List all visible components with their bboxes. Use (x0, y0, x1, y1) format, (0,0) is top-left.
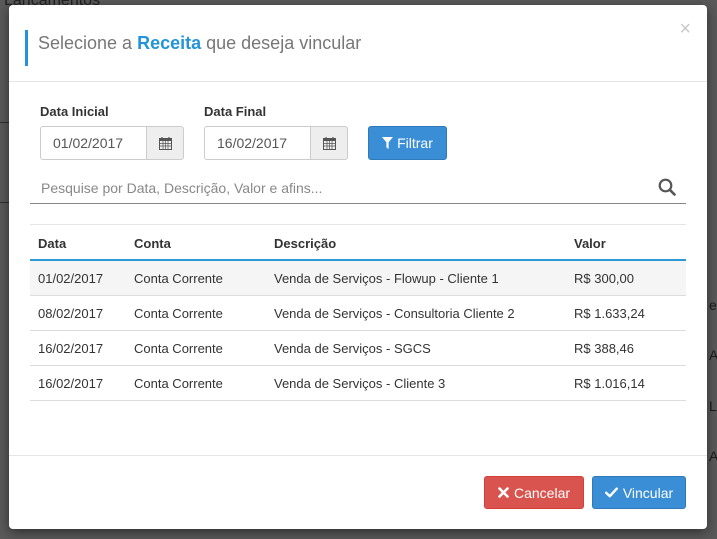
modal-footer: Cancelar Vincular (9, 455, 707, 529)
header-accent-bar (25, 30, 28, 66)
cell-date: 01/02/2017 (38, 271, 104, 286)
background-edge-text: A (709, 448, 717, 464)
column-header-date: Data (38, 236, 67, 251)
cell-description: Venda de Serviços - Flowup - Cliente 1 (274, 271, 499, 286)
end-date-calendar-button[interactable] (310, 126, 348, 160)
check-icon (604, 487, 618, 498)
cell-value: R$ 300,00 (574, 271, 634, 286)
cell-value: R$ 388,46 (574, 341, 634, 356)
link-button[interactable]: Vincular (592, 476, 686, 509)
background-edge-text: L (709, 398, 717, 414)
cell-description: Venda de Serviços - SGCS (274, 341, 431, 356)
filter-button-label: Filtrar (397, 135, 433, 151)
filter-icon (382, 137, 394, 149)
background-edge-text: A (709, 347, 717, 363)
cell-date: 16/02/2017 (38, 376, 104, 391)
revenue-table: Data Conta Descrição Valor 01/02/2017 Co… (30, 224, 686, 401)
title-prefix: Selecione a (38, 33, 138, 53)
cancel-button-label: Cancelar (513, 484, 571, 501)
end-date-group (204, 126, 348, 160)
title-highlight: Receita (137, 33, 202, 53)
calendar-icon (322, 136, 336, 150)
cell-date: 16/02/2017 (38, 341, 104, 356)
cell-account: Conta Corrente (134, 271, 223, 286)
cell-description: Venda de Serviços - Cliente 3 (274, 376, 446, 391)
column-header-account: Conta (134, 236, 171, 251)
search-bar (30, 173, 686, 204)
cell-account: Conta Corrente (134, 306, 223, 321)
column-header-description: Descrição (274, 236, 337, 251)
cell-account: Conta Corrente (134, 376, 223, 391)
cell-description: Venda de Serviços - Consultoria Cliente … (274, 306, 515, 321)
background-edge-text: e (709, 297, 717, 313)
table-row[interactable]: 16/02/2017 Conta Corrente Venda de Servi… (30, 366, 686, 401)
filter-button[interactable]: Filtrar (368, 126, 447, 160)
start-date-group (40, 126, 184, 160)
start-date-label: Data Inicial (40, 104, 109, 119)
table-header: Data Conta Descrição Valor (30, 224, 686, 261)
search-icon[interactable] (658, 178, 676, 196)
start-date-calendar-button[interactable] (146, 126, 184, 160)
title-suffix: que deseja vincular (201, 33, 362, 53)
start-date-input[interactable] (40, 126, 146, 160)
cell-account: Conta Corrente (134, 341, 223, 356)
column-header-value: Valor (574, 236, 606, 251)
end-date-label: Data Final (204, 104, 267, 119)
calendar-icon (158, 136, 172, 150)
link-revenue-modal: Selecione a Receita que deseja vincular … (9, 5, 707, 529)
end-date-input[interactable] (204, 126, 310, 160)
cell-value: R$ 1.633,24 (574, 306, 645, 321)
cancel-button[interactable]: Cancelar (484, 476, 584, 509)
close-icon[interactable]: × (679, 19, 691, 39)
modal-title: Selecione a Receita que deseja vincular (38, 33, 361, 54)
table-row[interactable]: 08/02/2017 Conta Corrente Venda de Servi… (30, 296, 686, 331)
table-row[interactable]: 01/02/2017 Conta Corrente Venda de Servi… (30, 261, 686, 296)
modal-header: Selecione a Receita que deseja vincular … (9, 5, 707, 82)
times-icon (498, 487, 509, 498)
link-button-label: Vincular (622, 484, 674, 501)
search-input[interactable] (30, 173, 650, 203)
table-row[interactable]: 16/02/2017 Conta Corrente Venda de Servi… (30, 331, 686, 366)
cell-date: 08/02/2017 (38, 306, 104, 321)
cell-value: R$ 1.016,14 (574, 376, 645, 391)
